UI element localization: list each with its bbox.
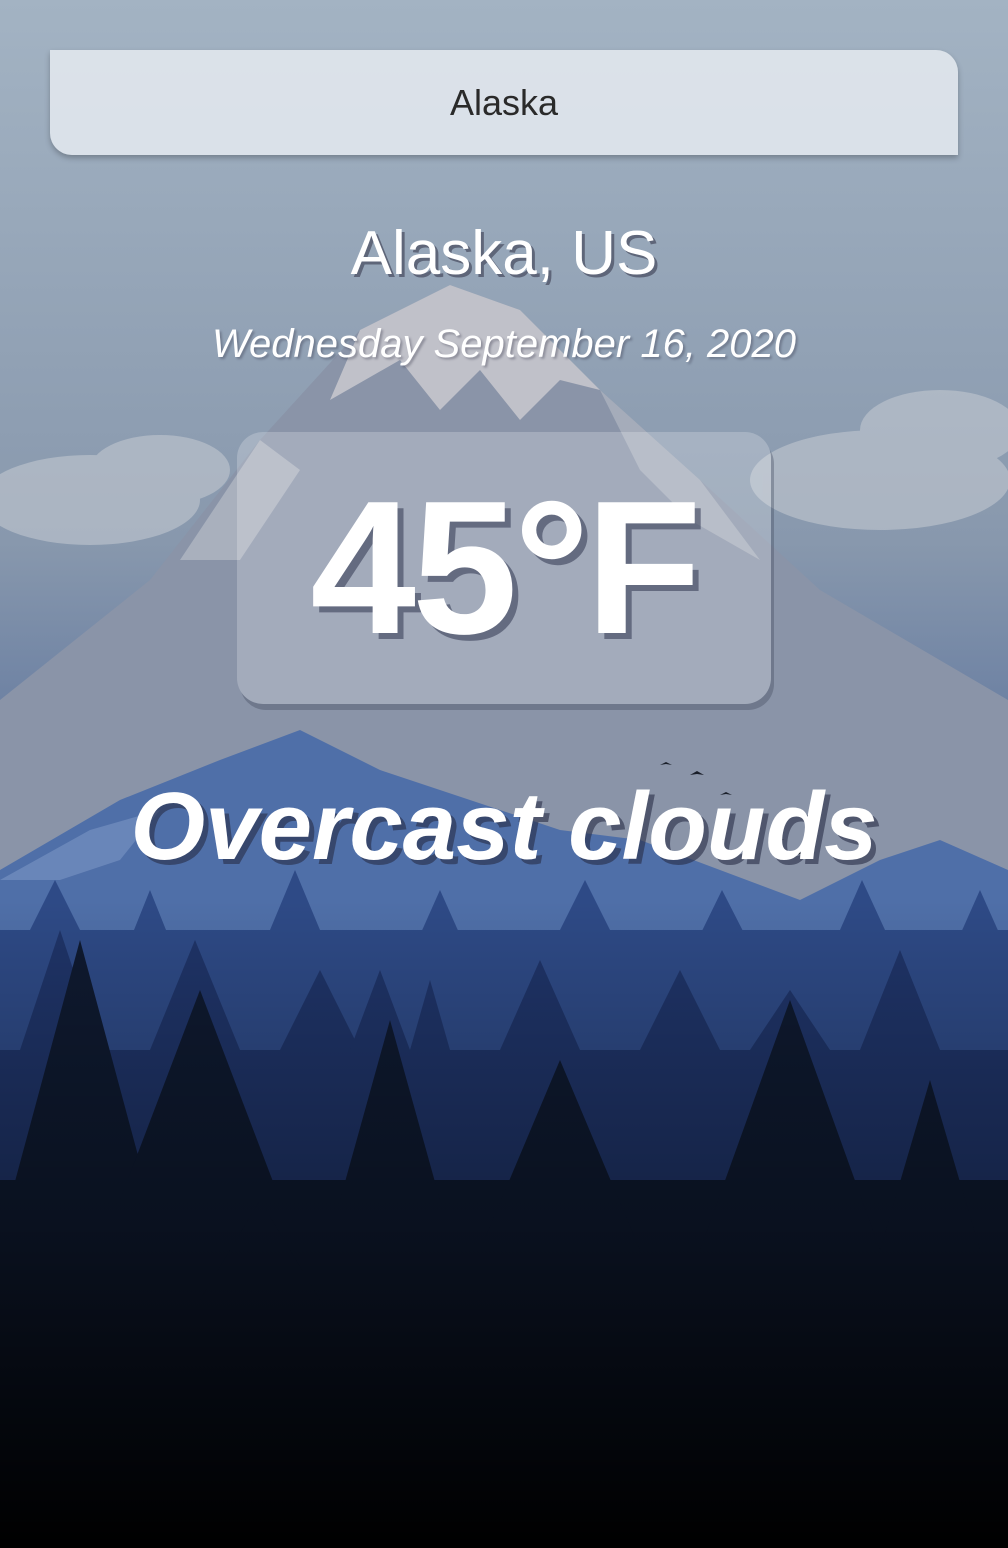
ground-fade — [0, 900, 1008, 1548]
current-date: Wednesday September 16, 2020 — [211, 322, 797, 366]
location-search-input[interactable] — [50, 50, 958, 155]
temperature-card: 45°F — [237, 432, 771, 704]
location-title: Alaska, US — [350, 219, 658, 288]
temperature-value: 45°F — [310, 462, 701, 674]
weather-condition: Overcast clouds — [130, 773, 878, 880]
weather-app: Alaska, US Wednesday September 16, 2020 … — [0, 0, 1008, 1548]
